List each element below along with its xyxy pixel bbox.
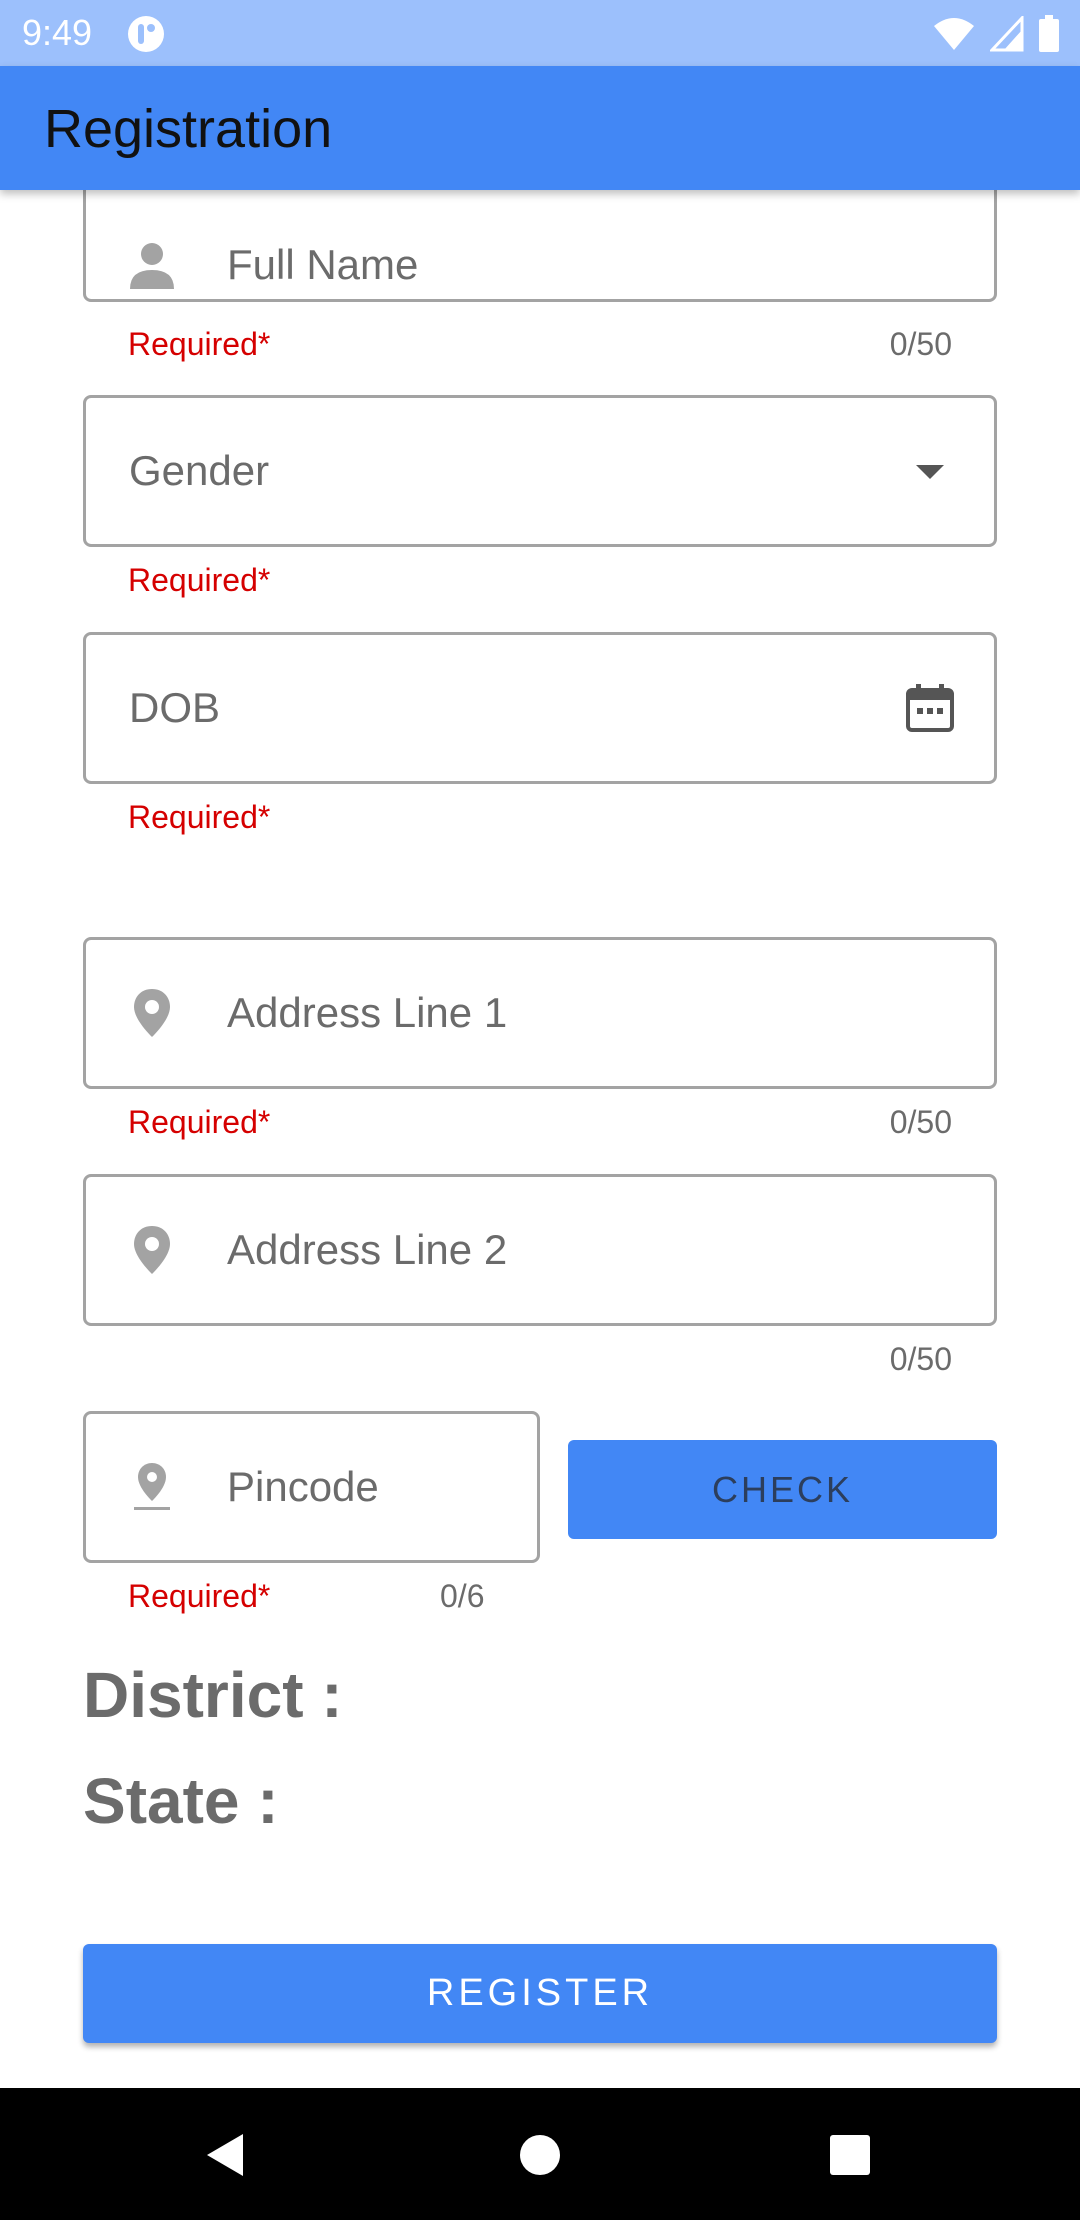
page-title: Registration xyxy=(44,99,333,159)
pincode-helper: Required* xyxy=(128,1578,271,1614)
state-label: State : xyxy=(83,1765,279,1837)
address-line-1-input[interactable]: Address Line 1 xyxy=(83,937,997,1089)
full-name-helper: Required* xyxy=(128,326,271,362)
wifi-icon xyxy=(934,18,974,50)
gender-dropdown[interactable]: Gender xyxy=(83,395,997,547)
registration-form[interactable]: Full Name Required* 0/50 Gender Required… xyxy=(0,190,1080,2088)
pincode-input[interactable]: Pincode xyxy=(83,1411,540,1563)
address-line-2-input[interactable]: Address Line 2 xyxy=(83,1174,997,1326)
pincode-counter: 0/6 xyxy=(440,1578,485,1614)
full-name-placeholder: Full Name xyxy=(227,241,419,288)
address-line-2-placeholder: Address Line 2 xyxy=(227,1226,508,1273)
battery-icon xyxy=(1039,15,1059,52)
gender-helper: Required* xyxy=(128,562,271,598)
calendar-icon[interactable] xyxy=(902,680,958,736)
dropdown-arrow-icon xyxy=(916,465,944,479)
pincode-placeholder: Pincode xyxy=(227,1463,379,1510)
location-pin-icon xyxy=(134,989,170,1037)
cellular-signal-icon xyxy=(990,16,1024,52)
status-time: 9:49 xyxy=(22,12,93,53)
status-icons xyxy=(932,12,1060,56)
gender-placeholder: Gender xyxy=(129,447,270,494)
address-line-1-placeholder: Address Line 1 xyxy=(227,989,508,1036)
recents-icon[interactable] xyxy=(827,2132,873,2178)
back-icon[interactable] xyxy=(203,2132,249,2178)
full-name-counter: 0/50 xyxy=(889,326,952,362)
home-icon[interactable] xyxy=(517,2132,563,2178)
location-pin-underline-icon xyxy=(134,1463,170,1510)
address-line-2-counter: 0/50 xyxy=(889,1341,952,1377)
dob-placeholder: DOB xyxy=(129,684,221,731)
dob-helper: Required* xyxy=(128,799,271,835)
check-button[interactable]: CHECK xyxy=(568,1440,997,1539)
status-bar: 9:49 xyxy=(0,0,1080,66)
navigation-bar xyxy=(0,2088,1080,2220)
address-line-1-counter: 0/50 xyxy=(889,1104,952,1140)
address-line-1-helper: Required* xyxy=(128,1104,271,1140)
person-icon xyxy=(130,243,174,289)
notification-app-icon xyxy=(128,16,164,52)
register-button[interactable]: REGISTER xyxy=(83,1944,997,2043)
app-bar: Registration xyxy=(0,66,1080,190)
location-pin-icon xyxy=(134,1226,170,1274)
full-name-input[interactable]: Full Name xyxy=(83,190,997,302)
dob-input[interactable]: DOB xyxy=(83,632,997,784)
district-label: District : xyxy=(83,1659,343,1731)
